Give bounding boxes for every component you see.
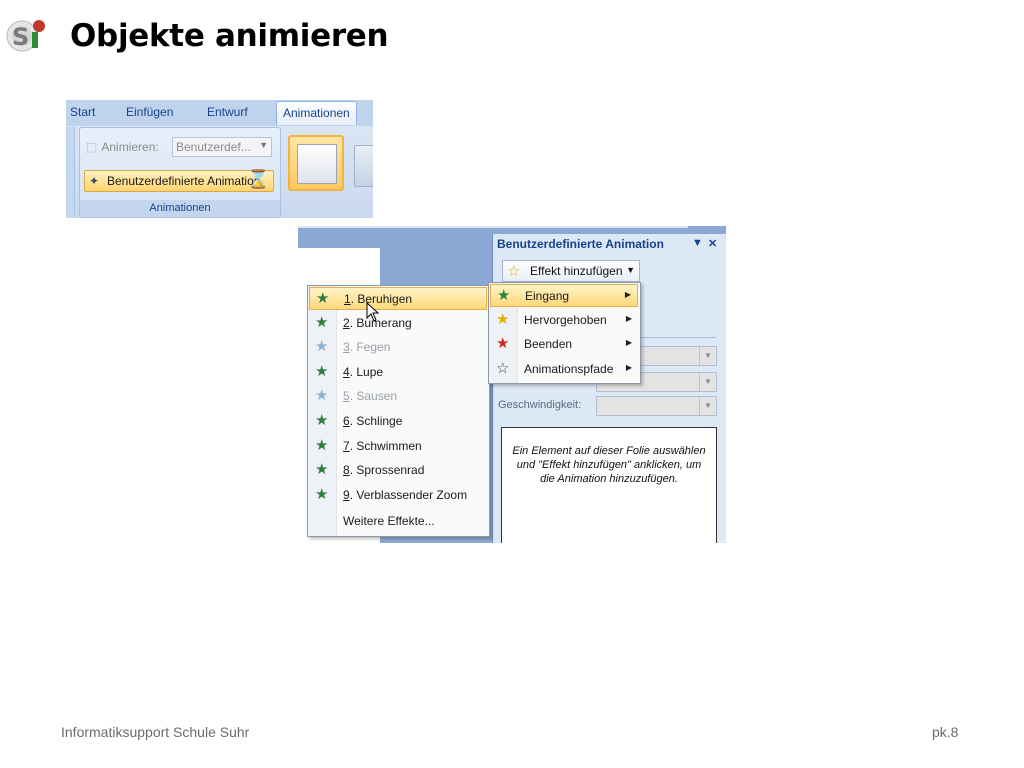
effect-item[interactable]: ★ 9. Verblassender Zoom — [309, 484, 487, 507]
effect-label: . Schwimmen — [349, 438, 422, 453]
effect-number: 9 — [343, 487, 350, 502]
effect-item[interactable]: ★ 1. Beruhigen — [309, 287, 487, 310]
effect-number: 7 — [343, 438, 350, 453]
effect-star-icon: ★ — [315, 485, 329, 503]
custom-animation-pane: Benutzerdefinierte Animation ▼ ✕ ☆ Effek… — [492, 234, 726, 543]
effect-category-item[interactable]: ☆ Animationspfade ▶ — [490, 358, 638, 381]
effect-item[interactable]: ★ 7. Schwimmen — [309, 435, 487, 458]
effect-number: 4 — [343, 364, 350, 379]
tab-start[interactable]: Start — [70, 105, 95, 119]
thumbnail-slide — [297, 144, 337, 184]
tab-entwurf[interactable]: Entwurf — [207, 105, 248, 119]
effect-category-item[interactable]: ★ Hervorgehoben ▶ — [490, 309, 638, 332]
hint-text: Ein Element auf dieser Folie auswählen u… — [512, 445, 706, 485]
animieren-combo-value: Benutzerdef... — [176, 140, 251, 154]
effect-item[interactable]: ★ 3. Fegen — [309, 336, 487, 359]
chevron-down-icon: ▼ — [699, 373, 716, 391]
effect-item[interactable]: ★ 8. Sprossenrad — [309, 459, 487, 482]
effect-number: 8 — [343, 463, 350, 478]
hourglass-cursor-icon: ⌛ — [247, 169, 270, 189]
effect-number: 5 — [343, 389, 350, 404]
effect-item[interactable]: ★ 4. Lupe — [309, 361, 487, 384]
add-effect-label: Effekt hinzufügen — [530, 264, 623, 278]
category-label: Beenden — [524, 337, 573, 351]
transition-thumbnail-selected[interactable] — [288, 135, 344, 191]
effect-number: 2 — [343, 315, 350, 330]
mouse-pointer-icon — [366, 302, 380, 322]
school-logo: S — [6, 18, 48, 54]
chevron-right-icon: ▶ — [625, 362, 632, 372]
yellow-star-icon: ★ — [496, 310, 510, 328]
effect-item[interactable]: ★ 2. Bumerang — [309, 312, 487, 335]
more-effects-label: Weitere Effekte... — [343, 514, 435, 528]
effect-star-icon: ★ — [315, 436, 329, 454]
hint-box: Ein Element auf dieser Folie auswählen u… — [501, 427, 717, 543]
chevron-down-icon: ▼ — [699, 347, 716, 365]
transition-thumbnail[interactable] — [354, 145, 373, 187]
effect-star-icon: ★ — [315, 313, 329, 331]
slide-title: Objekte animieren — [70, 18, 389, 54]
chevron-down-icon: ▼ — [699, 397, 716, 415]
tab-animationen[interactable]: Animationen — [276, 101, 357, 125]
chevron-down-icon: ▼ — [259, 140, 268, 150]
ribbon-screenshot: Start Einfügen Entwurf Animationen ⬚ Anim… — [66, 100, 373, 218]
effect-number: 3 — [343, 340, 350, 355]
effect-star-icon: ★ — [315, 338, 329, 356]
add-effect-button[interactable]: ☆ Effekt hinzufügen ▼ — [502, 260, 640, 282]
effect-label: . Fegen — [349, 340, 391, 355]
effect-star-icon: ★ — [315, 461, 329, 479]
custom-animation-icon: ✦ — [89, 174, 100, 188]
speed-label: Geschwindigkeit: — [498, 399, 582, 411]
close-icon[interactable]: ✕ — [708, 237, 717, 250]
star-icon: ☆ — [507, 263, 521, 280]
pane-title: Benutzerdefinierte Animation — [497, 237, 664, 251]
effect-star-icon: ★ — [315, 387, 329, 405]
previous-group-edge — [66, 127, 75, 216]
effect-label: . Lupe — [349, 364, 384, 379]
entrance-effects-menu: ★ 1. Beruhigen ★ 2. Bumerang ★ 3. Fegen ★ 4. Lu… — [307, 285, 490, 537]
ribbon-tab-bar: Start Einfügen Entwurf Animationen — [66, 100, 373, 126]
effect-item[interactable]: ★ 6. Schlinge — [309, 410, 487, 433]
effect-star-icon: ★ — [316, 290, 330, 307]
tab-einfuegen[interactable]: Einfügen — [126, 105, 173, 119]
outline-star-icon: ☆ — [496, 359, 510, 377]
speed-select[interactable]: ▼ — [596, 396, 717, 416]
custom-animation-button[interactable]: ✦ Benutzerdefinierte Animation — [84, 170, 274, 192]
effect-label: . Schlinge — [349, 414, 403, 428]
effect-label: . Bumerang — [349, 315, 412, 330]
animieren-combo[interactable]: Benutzerdef... ▼ — [172, 137, 272, 157]
chevron-down-icon: ▼ — [626, 265, 635, 275]
animieren-icon: ⬚ — [86, 140, 98, 154]
pane-menu-icon[interactable]: ▼ — [692, 237, 703, 249]
animieren-label: Animieren: — [101, 140, 159, 154]
chevron-right-icon: ▶ — [624, 290, 631, 299]
effect-label: . Beruhigen — [350, 292, 413, 306]
footer-organization: Informatiksupport Schule Suhr — [61, 724, 250, 740]
more-effects-item[interactable]: Weitere Effekte... — [309, 510, 487, 533]
toolbar-edge — [298, 226, 688, 228]
effect-number: 6 — [343, 414, 350, 428]
effect-label: . Sprossenrad — [349, 463, 425, 478]
effect-star-icon: ★ — [315, 412, 329, 429]
group-label: Animationen — [80, 200, 280, 217]
category-label: Hervorgehoben — [524, 312, 607, 327]
effect-number: 1 — [344, 292, 351, 306]
footer-page-number: pk.8 — [932, 724, 959, 740]
chevron-right-icon: ▶ — [625, 338, 632, 347]
effect-category-item[interactable]: ★ Eingang ▶ — [490, 284, 638, 307]
category-label: Eingang — [525, 289, 570, 303]
effect-label: . Sausen — [349, 389, 398, 404]
custom-animation-label: Benutzerdefinierte Animation — [107, 174, 261, 188]
effect-star-icon: ★ — [315, 362, 329, 380]
green-star-icon: ★ — [497, 287, 511, 304]
red-star-icon: ★ — [496, 335, 510, 352]
category-label: Animationspfade — [524, 361, 614, 376]
effect-label: . Verblassender Zoom — [349, 487, 468, 502]
animieren-row: ⬚ Animieren: — [86, 140, 159, 154]
effect-item[interactable]: ★ 5. Sausen — [309, 385, 487, 408]
svg-text:S: S — [12, 23, 29, 51]
chevron-right-icon: ▶ — [625, 313, 632, 323]
add-effect-menu: ★ Eingang ▶ ★ Hervorgehoben ▶ ★ Beenden ▶ ☆ Animat… — [488, 282, 641, 384]
effect-category-item[interactable]: ★ Beenden ▶ — [490, 333, 638, 356]
